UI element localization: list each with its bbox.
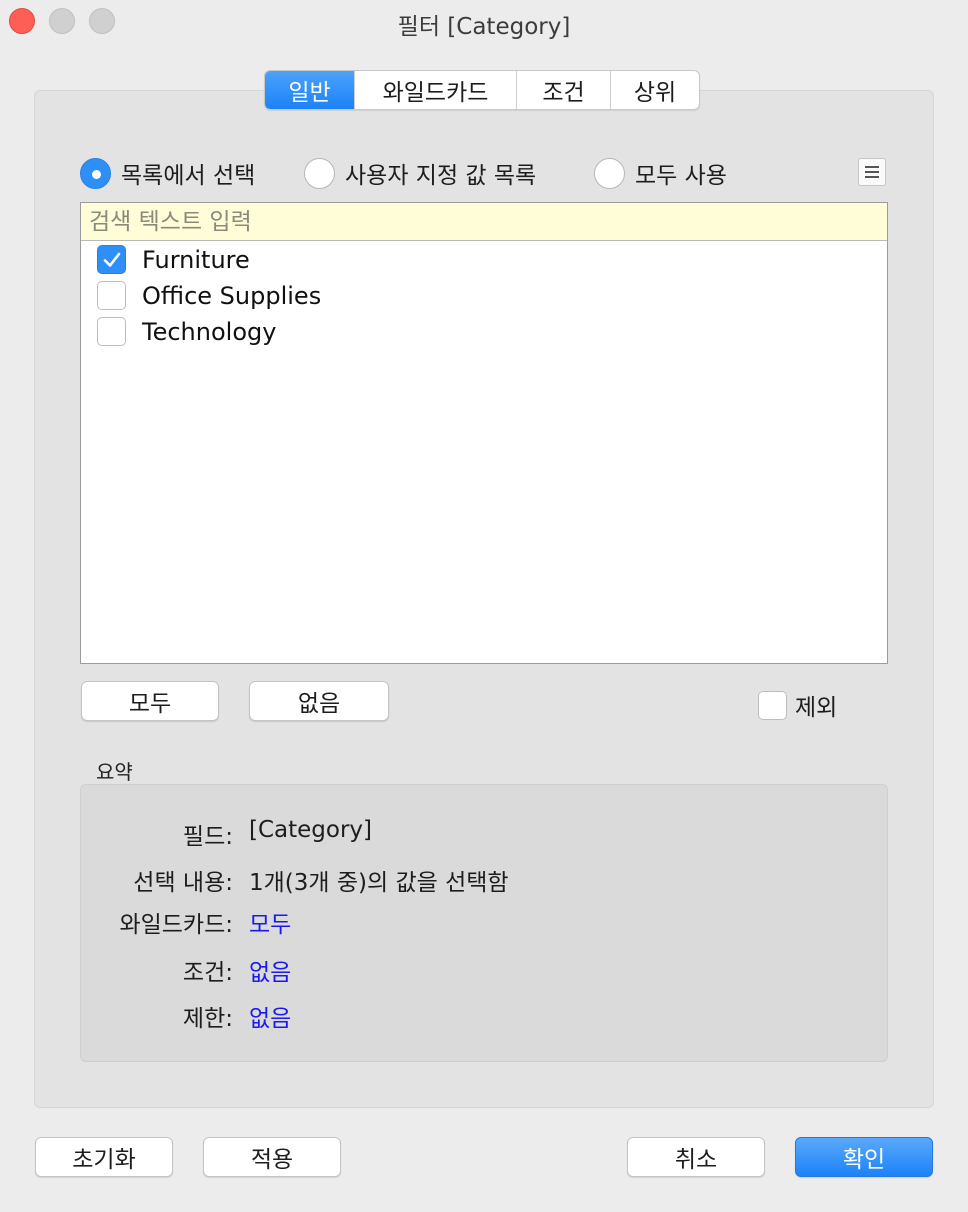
apply-button[interactable]: 적용 [203,1137,341,1177]
radio-custom-value-list[interactable]: 사용자 지정 값 목록 [304,156,536,190]
values-list: Furniture Office Supplies Technology [80,202,888,664]
exclude-label: 제외 [795,695,838,721]
radio-use-all[interactable]: 모두 사용 [594,156,727,190]
list-item-label: Furniture [142,245,250,274]
tab-condition[interactable]: 조건 [517,71,611,109]
summary-link-limit[interactable]: 없음 [249,999,291,1033]
summary-box: 필드: [Category] 선택 내용: 1개(3개 중)의 값을 선택함 와… [80,784,888,1062]
list-item-technology[interactable]: Technology [97,317,276,346]
summary-heading: 요약 [96,760,133,784]
exclude-checkbox[interactable] [758,690,787,720]
summary-row-wildcard: 와일드카드: 모두 [81,905,889,939]
summary-row-selection: 선택 내용: 1개(3개 중)의 값을 선택함 [81,863,889,896]
radio-indicator [80,157,111,189]
radio-indicator [594,157,625,189]
list-item-label: Office Supplies [142,281,322,310]
tab-wildcard[interactable]: 와일드카드 [355,71,517,109]
exclude-toggle[interactable]: 제외 [758,688,837,722]
summary-row-limit: 제한: 없음 [81,999,889,1033]
summary-row-condition: 조건: 없음 [81,953,889,987]
list-options-menu-icon[interactable] [858,158,886,186]
summary-link-wildcard[interactable]: 모두 [249,905,291,939]
list-item-furniture[interactable]: Furniture [97,245,250,274]
checkbox-office-supplies[interactable] [97,281,126,310]
summary-key: 선택 내용: [133,870,233,896]
radio-label: 사용자 지정 값 목록 [345,163,537,189]
ok-button[interactable]: 확인 [795,1137,933,1177]
list-item-office-supplies[interactable]: Office Supplies [97,281,321,310]
window-title: 필터 [Category] [397,14,571,40]
list-item-label: Technology [142,317,277,346]
search-input[interactable] [81,203,887,241]
reset-button[interactable]: 초기화 [35,1137,173,1177]
summary-value: 1개(3개 중)의 값을 선택함 [249,870,509,896]
tab-bar: 일반 와일드카드 조건 상위 [264,70,700,110]
cancel-button[interactable]: 취소 [627,1137,765,1177]
summary-key: 필드: [182,824,233,850]
radio-label: 모두 사용 [635,163,727,189]
summary-key: 와일드카드: [119,912,233,938]
radio-indicator [304,157,335,189]
summary-link-condition[interactable]: 없음 [249,953,291,987]
tab-top[interactable]: 상위 [611,71,699,109]
checkmark-icon [103,252,120,267]
summary-key: 제한: [182,1006,233,1032]
summary-value: [Category] [249,817,373,843]
checkbox-furniture[interactable] [97,245,126,274]
tab-general[interactable]: 일반 [265,71,355,109]
checkbox-technology[interactable] [97,317,126,346]
radio-label: 목록에서 선택 [121,163,256,189]
summary-row-field: 필드: [Category] [81,817,889,850]
summary-key: 조건: [182,960,233,986]
select-none-button[interactable]: 없음 [249,681,389,721]
radio-select-from-list[interactable]: 목록에서 선택 [80,156,255,190]
title-bar: 필터 [Category] [0,0,968,44]
select-all-button[interactable]: 모두 [81,681,219,721]
